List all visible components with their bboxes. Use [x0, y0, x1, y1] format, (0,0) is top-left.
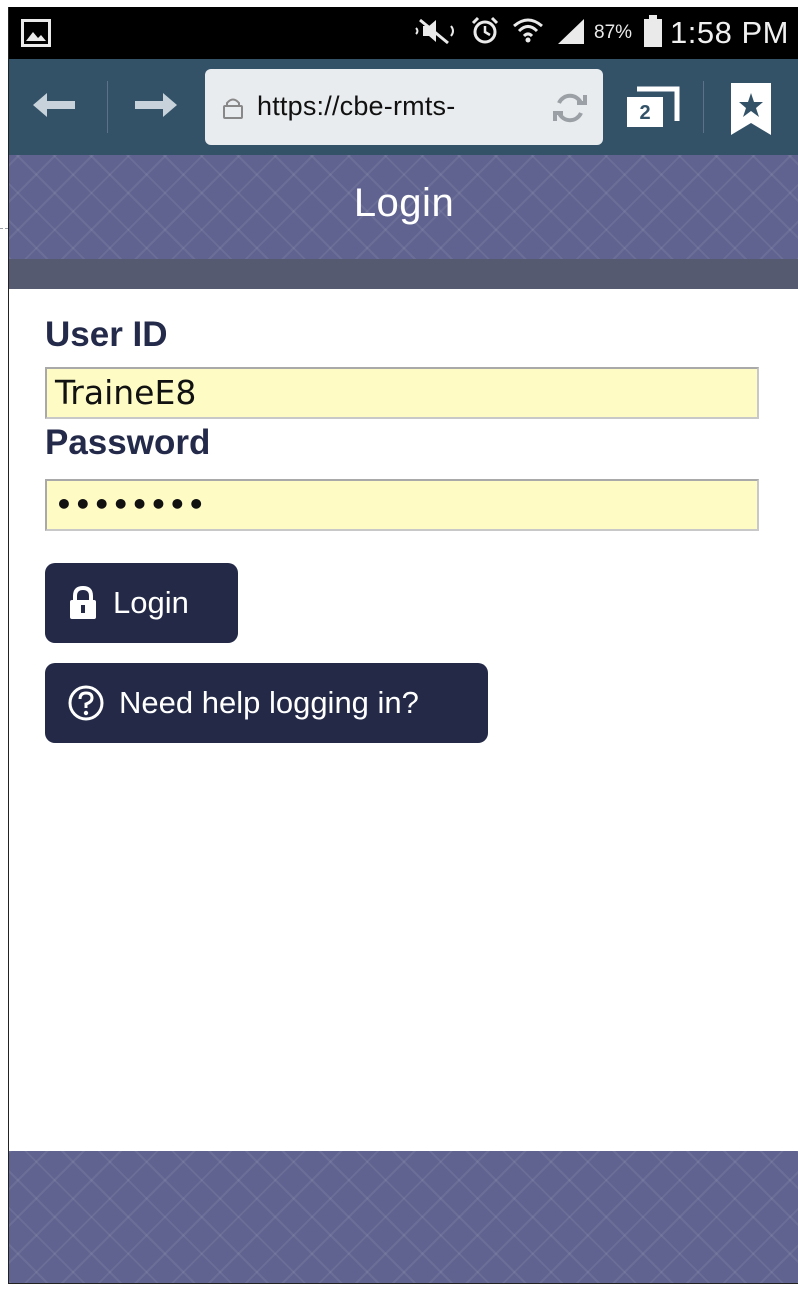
signal-icon	[556, 17, 586, 50]
url-text: https://cbe-rmts-	[257, 91, 456, 121]
lock-icon	[221, 96, 245, 125]
user-id-input[interactable]: TraineE8	[45, 367, 759, 419]
divider	[0, 228, 8, 229]
user-id-label: User ID	[45, 315, 168, 354]
battery-icon	[644, 14, 663, 52]
page-title: Login	[353, 181, 455, 225]
header-stripe	[9, 259, 798, 289]
bookmark-star-icon	[729, 83, 773, 141]
help-button-label: Need help logging in?	[119, 685, 419, 720]
toolbar-divider	[703, 81, 704, 133]
wifi-icon	[512, 16, 544, 51]
forward-button[interactable]	[131, 85, 181, 129]
lock-icon	[67, 586, 99, 620]
reload-icon[interactable]	[551, 89, 589, 132]
battery-percent: 87%	[594, 22, 633, 43]
back-button[interactable]	[29, 85, 79, 129]
toolbar-divider	[107, 81, 108, 133]
status-bar: 87% 1:58 PM	[9, 7, 798, 59]
password-label: Password	[45, 423, 211, 462]
back-arrow-icon	[31, 90, 77, 125]
tabs-button[interactable]: 2	[621, 83, 683, 133]
help-circle-icon	[67, 684, 105, 722]
gallery-icon	[21, 19, 51, 52]
alarm-icon	[470, 16, 500, 51]
bookmark-button[interactable]	[729, 81, 773, 142]
forward-arrow-icon	[133, 90, 179, 125]
tab-count: 2	[627, 97, 663, 127]
page-footer	[9, 1151, 798, 1283]
page-header: Login	[9, 155, 798, 259]
browser-toolbar: https://cbe-rmts- 2	[9, 59, 798, 155]
address-bar[interactable]: https://cbe-rmts-	[205, 69, 603, 145]
login-button-label: Login	[113, 585, 189, 620]
password-input[interactable]: ••••••••	[45, 479, 759, 531]
mute-icon	[414, 16, 458, 51]
help-button[interactable]: Need help logging in?	[45, 663, 488, 743]
login-button[interactable]: Login	[45, 563, 238, 643]
phone-screen: 87% 1:58 PM https://cbe-rmts- 2 Login Us…	[8, 7, 798, 1284]
clock: 1:58 PM	[670, 15, 789, 50]
